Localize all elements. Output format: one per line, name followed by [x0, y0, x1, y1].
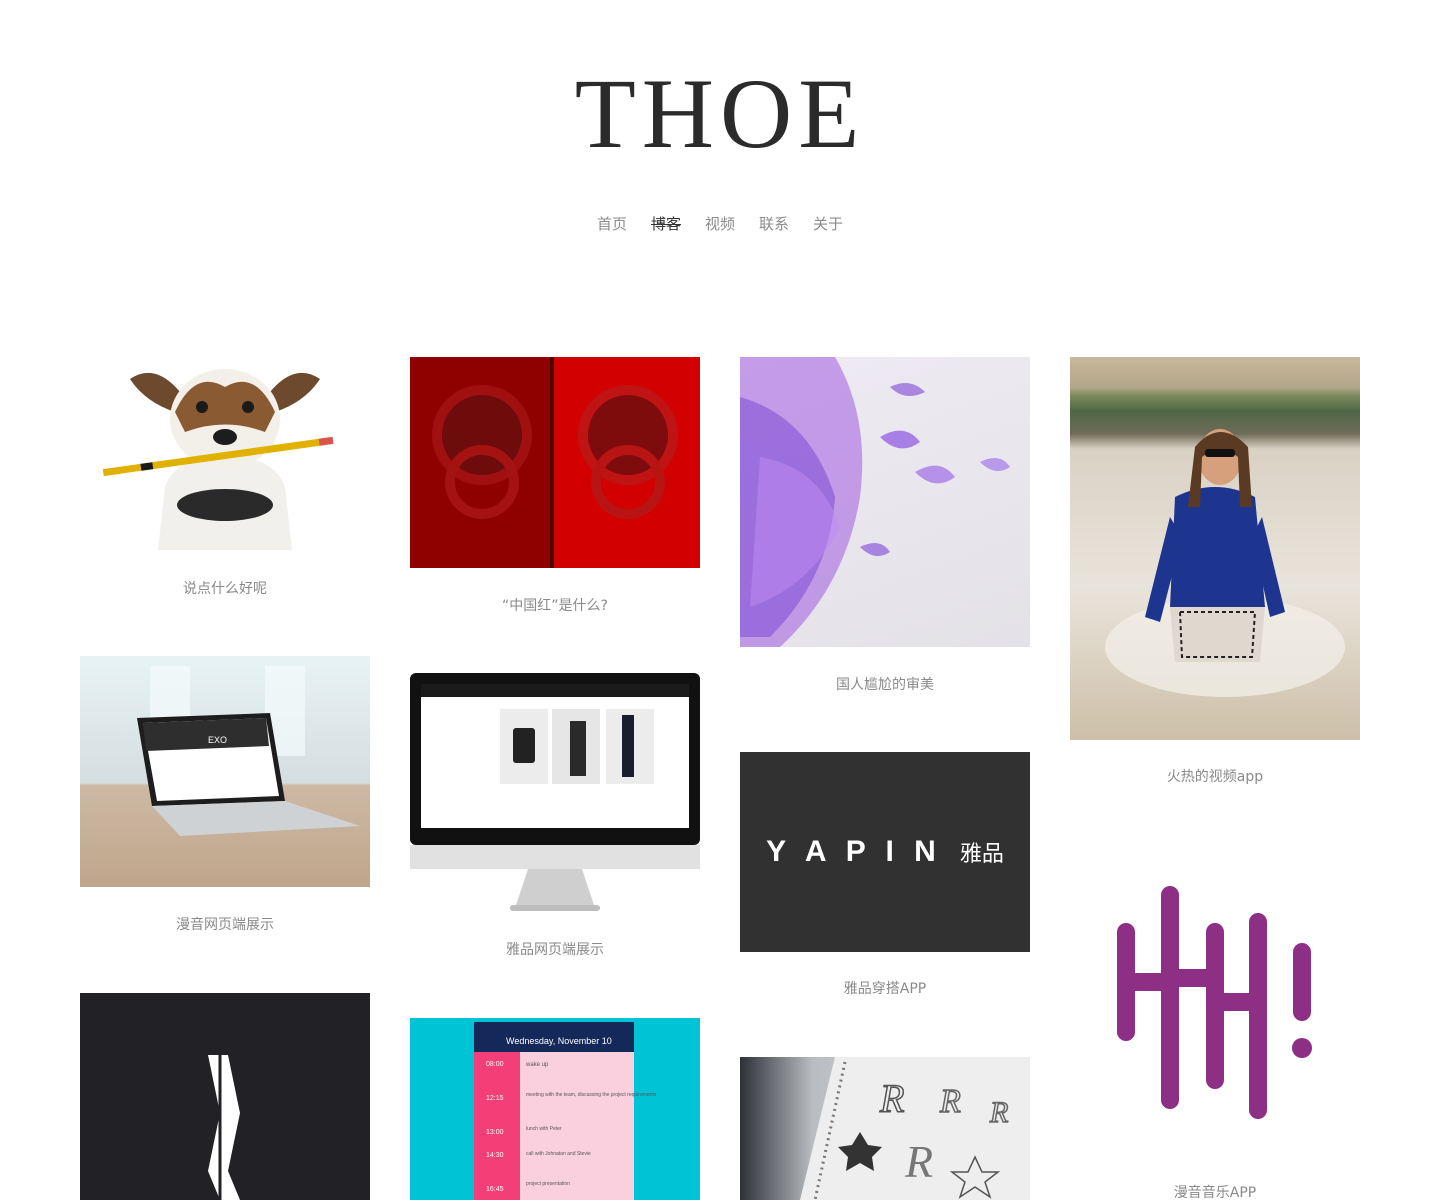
post-thumbnail-red-doors[interactable] — [410, 357, 700, 568]
post-title[interactable]: 雅品穿搭APP — [740, 979, 1030, 999]
laptop-screen-text: EXO — [208, 735, 227, 745]
svg-text:R: R — [904, 1136, 933, 1187]
post-title[interactable]: 火热的视频app — [1070, 767, 1360, 787]
calendar-event: call with Johnatan and Stevie — [526, 1151, 591, 1157]
calendar-time: 12:15 — [486, 1095, 504, 1102]
calendar-time: 14:30 — [486, 1152, 504, 1159]
post-title[interactable]: 漫音音乐APP — [1070, 1183, 1360, 1203]
post-thumbnail-yapin[interactable]: Y A P I N 雅品 — [740, 752, 1030, 952]
post-title[interactable]: 国人尴尬的审美 — [740, 675, 1030, 695]
svg-text:R: R — [879, 1076, 904, 1121]
post-thumbnail-woman-beach[interactable] — [1070, 357, 1360, 740]
post-title[interactable]: 说点什么好呢 — [80, 579, 370, 599]
post-grid: 说点什么好呢 EXO 漫音网页端展示 “中国红”是什么? 雅品网页端展示 Wed… — [0, 0, 1440, 1203]
calendar-event: project presentation — [526, 1181, 570, 1187]
calendar-event: lunch with Peter — [526, 1126, 562, 1132]
post-thumbnail-k-logo[interactable] — [80, 993, 370, 1200]
post-thumbnail-calendar-app[interactable]: Wednesday, November 10 08:00 wake up 12:… — [410, 1018, 700, 1200]
calendar-event: wake up — [525, 1062, 549, 1068]
yapin-logo-latin: Y A P I N — [766, 835, 942, 868]
post-thumbnail-petals[interactable] — [740, 357, 1030, 647]
calendar-header: Wednesday, November 10 — [506, 1036, 612, 1046]
post-thumbnail-wave-logo[interactable] — [1070, 870, 1360, 1155]
svg-text:R: R — [939, 1083, 961, 1120]
yapin-logo-cn: 雅品 — [959, 842, 1004, 867]
calendar-time: 16:45 — [486, 1186, 504, 1193]
post-title[interactable]: “中国红”是什么? — [410, 596, 700, 616]
post-thumbnail-dog[interactable] — [80, 357, 370, 550]
svg-text:R: R — [989, 1096, 1008, 1129]
post-thumbnail-laptop[interactable]: EXO — [80, 656, 370, 887]
post-thumbnail-monitor[interactable] — [410, 673, 700, 913]
calendar-time: 13:00 — [486, 1129, 504, 1136]
calendar-event: meeting with the team, discussing the pr… — [526, 1092, 657, 1098]
calendar-time: 08:00 — [486, 1061, 504, 1068]
post-title[interactable]: 漫音网页端展示 — [80, 915, 370, 935]
post-title[interactable]: 雅品网页端展示 — [410, 940, 700, 960]
post-thumbnail-sketchbook[interactable]: R R R R — [740, 1057, 1030, 1200]
